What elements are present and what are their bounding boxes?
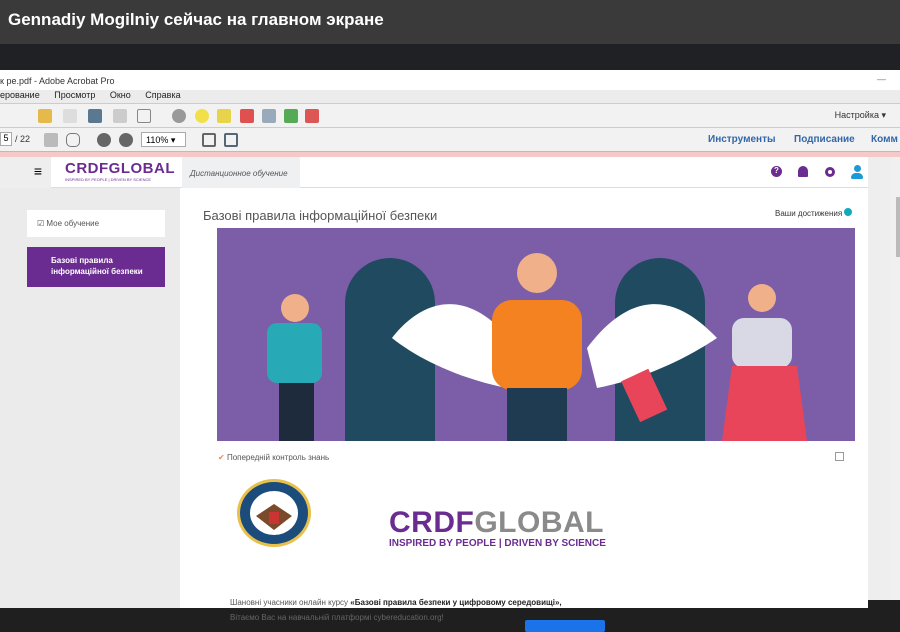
zoom-out-icon[interactable] — [97, 133, 111, 147]
greeting-text: Шановні учасники онлайн курсу «Базові пр… — [230, 598, 562, 607]
form-icon[interactable] — [305, 109, 319, 123]
select-tool-icon[interactable] — [44, 133, 58, 147]
main-content: Базові правила інформаційної безпеки Ваш… — [180, 188, 868, 632]
extract-icon[interactable] — [262, 109, 276, 123]
menu-bar: ерование Просмотр Окно Справка — [0, 90, 900, 104]
edit-icon[interactable] — [113, 109, 127, 123]
us-dept-state-seal — [237, 479, 311, 547]
fit-width-icon[interactable] — [224, 133, 238, 147]
print-icon[interactable] — [88, 109, 102, 123]
email-icon[interactable] — [137, 109, 151, 123]
crdf-logo-large: CRDFGLOBAL INSPIRED BY PEOPLE | DRIVEN B… — [389, 506, 606, 549]
save-icon[interactable] — [63, 109, 77, 123]
toolbar-nav: 5 / 22 110% ▾ Инструменты Подписание Ком… — [0, 128, 900, 152]
sidebar: ☑ Мое обучение Базові правила інформацій… — [0, 188, 180, 608]
scrollbar[interactable] — [890, 157, 900, 600]
menu-edit[interactable]: ерование — [0, 90, 40, 100]
hand-tool-icon[interactable] — [66, 133, 80, 147]
site-header: ≡ CRDFGLOBAL INSPIRED BY PEOPLE | DRIVEN… — [25, 157, 868, 188]
customize-button[interactable]: Настройка ▾ — [835, 110, 886, 121]
open-icon[interactable] — [38, 109, 52, 123]
minimize-button[interactable]: — — [877, 74, 886, 84]
window-title: к pe.pdf - Adobe Acrobat Pro — [0, 76, 115, 86]
screen-share-banner: Gennadiy Mogilniy сейчас на главном экра… — [0, 0, 900, 44]
menu-view[interactable]: Просмотр — [54, 90, 95, 100]
sidebar-item-course[interactable]: Базові правила інформаційної безпеки — [27, 247, 165, 287]
meet-spacer — [0, 44, 900, 70]
check-icon: ✔ — [218, 453, 225, 462]
page-input[interactable]: 5 — [0, 132, 12, 146]
gear-icon[interactable] — [172, 109, 186, 123]
activity-pretest[interactable]: ✔ Попередній контроль знань — [218, 453, 329, 462]
completion-checkbox[interactable] — [835, 452, 844, 461]
zoom-in-icon[interactable] — [119, 133, 133, 147]
menu-help[interactable]: Справка — [145, 90, 180, 100]
page-total: / 22 — [15, 134, 31, 144]
acrobat-window: к pe.pdf - Adobe Acrobat Pro — ерование … — [0, 70, 900, 632]
toolbar-main: Настройка ▾ — [0, 104, 900, 128]
sidebar-item-my-learning[interactable]: ☑ Мое обучение — [27, 210, 165, 237]
course-banner — [217, 228, 855, 441]
web-page: ≡ CRDFGLOBAL INSPIRED BY PEOPLE | DRIVEN… — [0, 157, 900, 632]
comment-icon[interactable] — [195, 109, 209, 123]
bell-icon[interactable] — [798, 166, 808, 177]
achievements-link[interactable]: Ваши достижения — [775, 208, 853, 218]
site-logo[interactable]: CRDFGLOBAL INSPIRED BY PEOPLE | DRIVEN B… — [65, 160, 175, 182]
delete-page-icon[interactable] — [240, 109, 254, 123]
nav-tab-distance-learning[interactable]: Дистанционное обучение — [182, 157, 300, 188]
menu-toggle-icon[interactable]: ≡ — [25, 157, 51, 188]
zoom-select[interactable]: 110% ▾ — [141, 132, 186, 147]
tab-sign[interactable]: Подписание — [794, 134, 855, 145]
user-avatar-icon[interactable] — [851, 165, 863, 179]
highlight-icon[interactable] — [217, 109, 231, 123]
help-icon[interactable]: ? — [771, 166, 782, 177]
title-bar: к pe.pdf - Adobe Acrobat Pro — — [0, 72, 900, 90]
fit-page-icon[interactable] — [202, 133, 216, 147]
page-title: Базові правила інформаційної безпеки — [203, 208, 438, 223]
menu-window[interactable]: Окно — [110, 90, 131, 100]
share-title: Gennadiy Mogilniy сейчас на главном экра… — [8, 10, 384, 29]
tab-tools[interactable]: Инструменты — [708, 134, 776, 145]
export-icon[interactable] — [284, 109, 298, 123]
scrollbar-thumb[interactable] — [896, 197, 900, 257]
greeting-line2: Вітаємо Вас на навчальній платформі cybe… — [230, 613, 444, 622]
blue-button[interactable] — [525, 620, 605, 632]
tab-comment[interactable]: Комм — [871, 134, 898, 145]
gear-icon[interactable] — [825, 167, 835, 177]
